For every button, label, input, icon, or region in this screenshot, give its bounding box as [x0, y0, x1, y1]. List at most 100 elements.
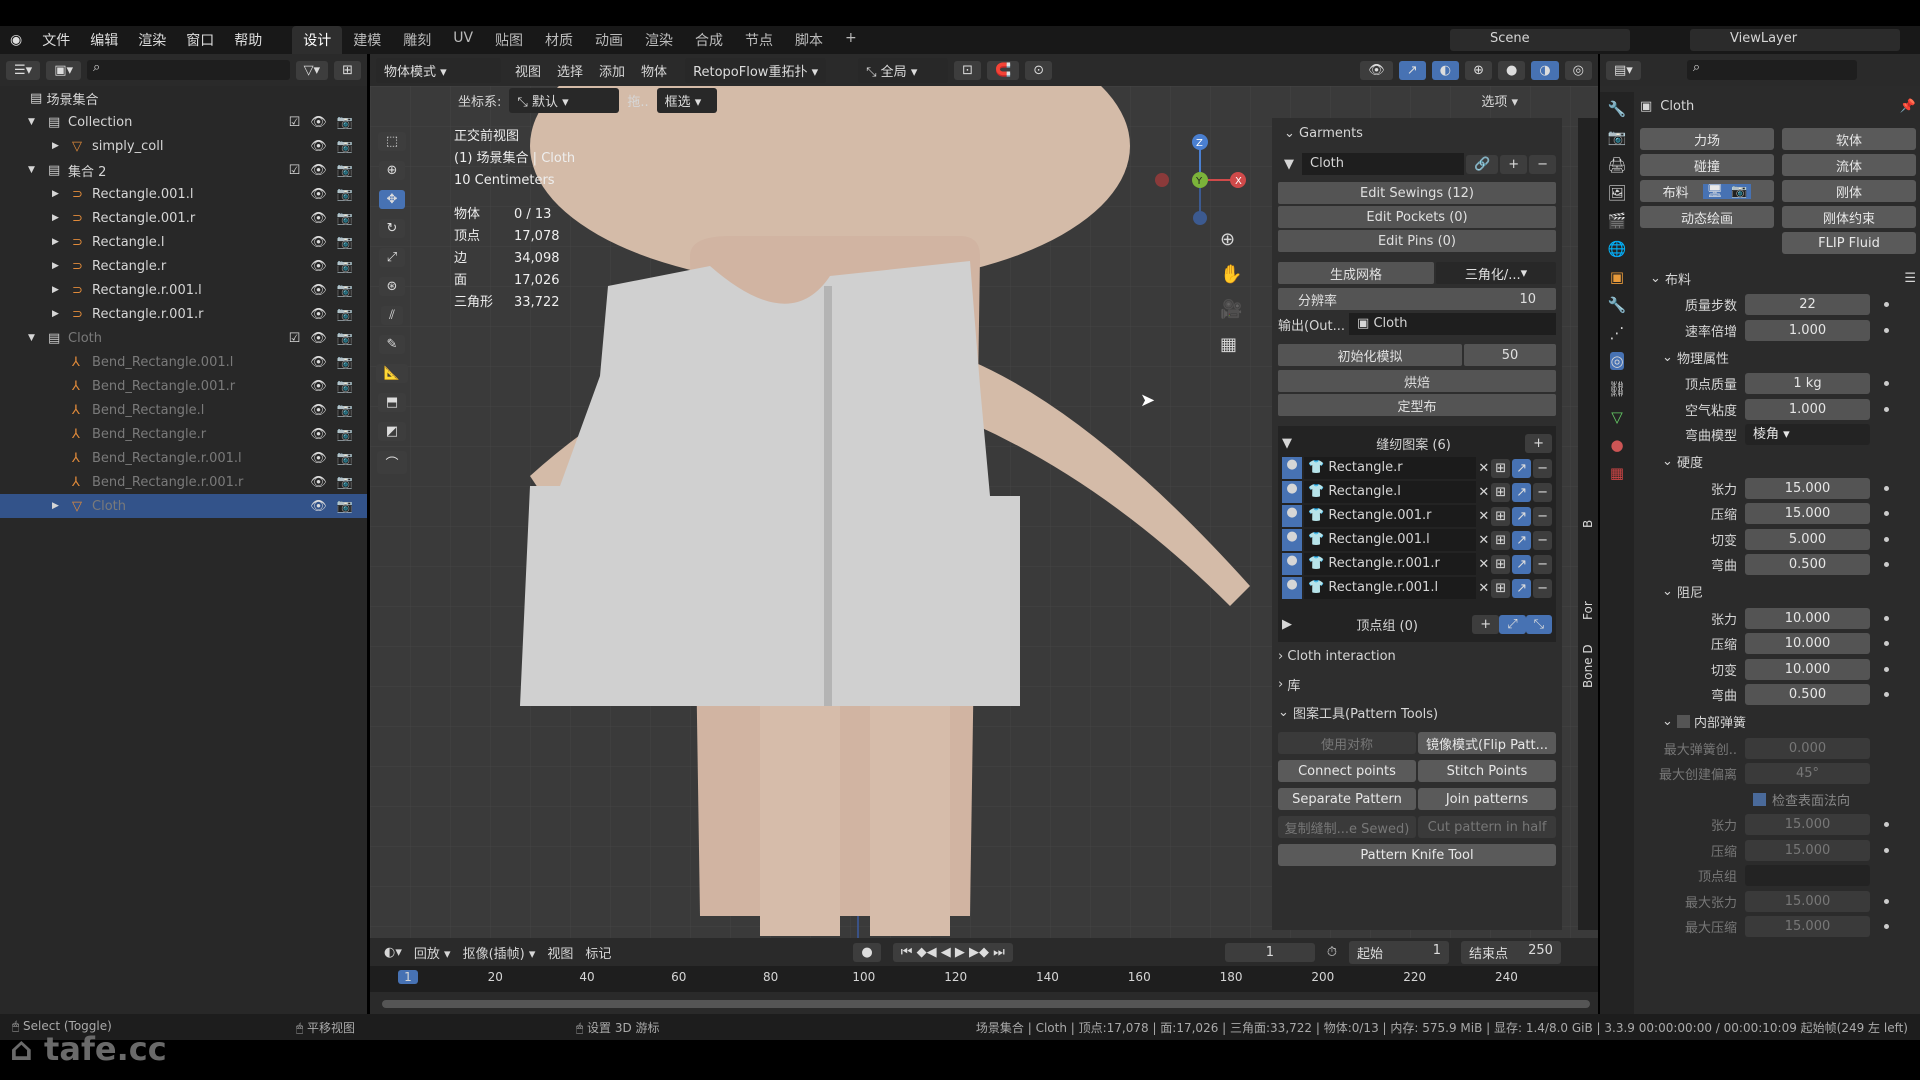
keyframe-dot-icon[interactable] [1884, 666, 1889, 672]
workspace-tab[interactable]: UV [442, 26, 484, 54]
stitch-points-button[interactable]: Stitch Points [1418, 760, 1556, 782]
pattern-visible-toggle[interactable]: ● [1282, 529, 1302, 551]
start-frame-field[interactable]: 起始 1 [1348, 940, 1449, 964]
stiffness-section-header[interactable]: ⌄ 硬度 [1640, 448, 1916, 476]
transform-tool-icon[interactable]: ⊛ [378, 277, 406, 296]
resolution-field[interactable]: 分辨率 10 [1278, 288, 1556, 310]
keyframe-dot-icon[interactable] [1884, 562, 1889, 568]
workspace-tab[interactable]: 建模 [342, 26, 392, 54]
camera-render-icon[interactable]: 📷 [337, 187, 353, 202]
viewport-menu[interactable]: 选择 [557, 61, 583, 80]
workspace-tab[interactable]: 合成 [684, 26, 734, 54]
grid-icon[interactable]: ⊞ [1491, 458, 1511, 478]
camera-render-icon[interactable]: 📷 [337, 355, 353, 370]
physics-button[interactable]: 碰撞 [1640, 154, 1774, 176]
camera-render-icon[interactable]: 📷 [337, 259, 353, 274]
outliner-row[interactable]: ▶ ▽ simply_coll 👁 📷 [0, 134, 367, 158]
outliner-row[interactable]: ▶ ⊃ Rectangle.l 👁 📷 [0, 230, 367, 254]
outliner-row[interactable]: ▶ ▽ Cloth 👁 📷 [0, 494, 367, 518]
outliner-row[interactable]: ▼ ▤ Collection ☑ 👁 📷 [0, 110, 367, 134]
expand-arrow-icon[interactable]: ▶ [52, 309, 59, 319]
init-sim-button[interactable]: 初始化模拟 [1278, 344, 1462, 366]
select-mode-dropdown[interactable]: 框选 ▾ [656, 87, 717, 113]
pattern-name-field[interactable]: 👕 Rectangle.l [1304, 481, 1477, 503]
property-value-field[interactable]: 15.000 [1745, 503, 1870, 525]
property-value-field[interactable]: 0.500 [1745, 684, 1870, 706]
particles-tab-icon[interactable]: ⋰ [1610, 324, 1625, 342]
property-value-field[interactable]: 15.000 [1745, 814, 1870, 836]
remove-pattern-button[interactable]: − [1533, 506, 1552, 526]
exclude-checkbox[interactable]: ☑ [289, 331, 301, 346]
viewport-menu[interactable]: 视图 [515, 61, 541, 80]
camera-render-icon[interactable]: 📷 [337, 427, 353, 442]
pivot-icon[interactable]: ⊡ [954, 60, 982, 80]
physics-button[interactable]: 动态绘画 [1640, 206, 1774, 228]
keyframe-dot-icon[interactable] [1884, 302, 1889, 308]
remove-x-icon[interactable]: ✕ [1478, 557, 1489, 572]
physics-tab-icon[interactable]: ◎ [1610, 352, 1624, 370]
edit-sewings-button[interactable]: Edit Sewings (12) [1278, 182, 1556, 204]
property-value-field[interactable]: 15.000 [1745, 916, 1870, 938]
knife-tool-icon[interactable]: ◩ [377, 422, 407, 441]
physics-button[interactable]: 流体 [1782, 154, 1916, 176]
visibility-icon[interactable]: 👁 [1360, 60, 1393, 80]
bend-model-dropdown[interactable]: 棱角 ▾ [1745, 424, 1870, 446]
eye-icon[interactable]: 👁 [310, 139, 327, 154]
remove-pattern-button[interactable]: − [1533, 458, 1552, 478]
end-frame-field[interactable]: 结束点 250 [1460, 940, 1561, 964]
remove-x-icon[interactable]: ✕ [1478, 533, 1489, 548]
pan-hand-icon[interactable]: ✋ [1220, 264, 1242, 285]
current-frame-marker[interactable]: 1 [398, 970, 418, 984]
output-field[interactable]: ▣ Cloth [1349, 313, 1556, 335]
scene-selector[interactable]: Scene [1450, 29, 1630, 51]
outliner-row[interactable]: ▼ ▤ 集合 2 ☑ 👁 📷 [0, 158, 367, 182]
camera-render-icon[interactable]: 📷 [337, 475, 353, 490]
eye-icon[interactable]: 👁 [310, 427, 327, 442]
curve-edit-icon[interactable]: ↗ [1512, 482, 1532, 502]
flip-pattern-button[interactable]: 镜像模式(Flip Patt... [1418, 732, 1556, 754]
camera-render-icon[interactable]: 📷 [337, 331, 353, 346]
retopoflow-menu[interactable]: RetopoFlow重拓扑 ▾ [685, 57, 827, 83]
pattern-row[interactable]: ● 👕 Rectangle.r ✕ ⊞ ↗ − [1282, 456, 1552, 480]
property-value-field[interactable]: 1 kg [1745, 373, 1870, 395]
link-icon[interactable]: 🔗 [1466, 154, 1499, 174]
outliner-row[interactable]: ⅄ Bend_Rectangle.r.001.l 👁 📷 [0, 446, 367, 470]
property-value-field[interactable]: 1.000 [1745, 319, 1870, 341]
viewport-menu[interactable]: 添加 [599, 61, 625, 80]
physics-button[interactable]: 力场 [1640, 128, 1774, 150]
exclude-checkbox[interactable]: ☑ [289, 163, 301, 178]
physics-button[interactable]: 软体 [1782, 128, 1916, 150]
add-pattern-button[interactable]: + [1525, 433, 1552, 453]
expand-icon[interactable]: ▶ [1282, 617, 1302, 632]
filter-icon[interactable]: ▽▾ [295, 60, 329, 80]
measure-tool-icon[interactable]: 📐 [375, 364, 409, 383]
remove-x-icon[interactable]: ✕ [1478, 509, 1489, 524]
property-value-field[interactable]: 15.000 [1745, 890, 1870, 912]
curve-edit-icon[interactable]: ↗ [1512, 458, 1532, 478]
eye-icon[interactable]: 👁 [310, 307, 327, 322]
damping-section-header[interactable]: ⌄ 阻尼 [1640, 578, 1916, 606]
copy-sewed-button[interactable]: 复制缝制...e Sewed) [1278, 816, 1416, 838]
keying-menu[interactable]: 抠像(插帧) ▾ [463, 943, 536, 962]
workspace-tab[interactable]: 材质 [534, 26, 584, 54]
property-value-field[interactable]: 10.000 [1745, 633, 1870, 655]
stopwatch-icon[interactable]: ⏱ [1327, 945, 1337, 960]
eye-icon[interactable]: 👁 [310, 451, 327, 466]
properties-search-input[interactable]: ⌕ [1686, 60, 1857, 80]
physics-button[interactable]: 布料 🖥 📷 [1640, 180, 1774, 202]
collapse-all-icon[interactable]: ⤡ [1525, 614, 1552, 634]
scene-tab-icon[interactable]: 🎬 [1608, 212, 1627, 230]
viewport-toggle-icon[interactable]: 🖥 [1702, 183, 1728, 199]
expand-arrow-icon[interactable]: ▶ [52, 213, 59, 223]
keyframe-dot-icon[interactable] [1884, 641, 1889, 647]
keyframe-dot-icon[interactable] [1884, 536, 1889, 542]
eye-icon[interactable]: 👁 [310, 283, 327, 298]
render-tab-icon[interactable]: 📷 [1608, 128, 1627, 146]
timeline-marker-menu[interactable]: 标记 [585, 943, 611, 962]
pattern-row[interactable]: ● 👕 Rectangle.r.001.r ✕ ⊞ ↗ − [1282, 552, 1552, 576]
timeline-editor-icon[interactable]: ◐▾ [384, 945, 402, 960]
expand-arrow-icon[interactable]: ▶ [52, 261, 59, 271]
pin-icon[interactable]: 📌 [1900, 99, 1916, 114]
rotate-tool-icon[interactable]: ↻ [378, 219, 406, 238]
tab-b[interactable]: B [1581, 520, 1595, 528]
